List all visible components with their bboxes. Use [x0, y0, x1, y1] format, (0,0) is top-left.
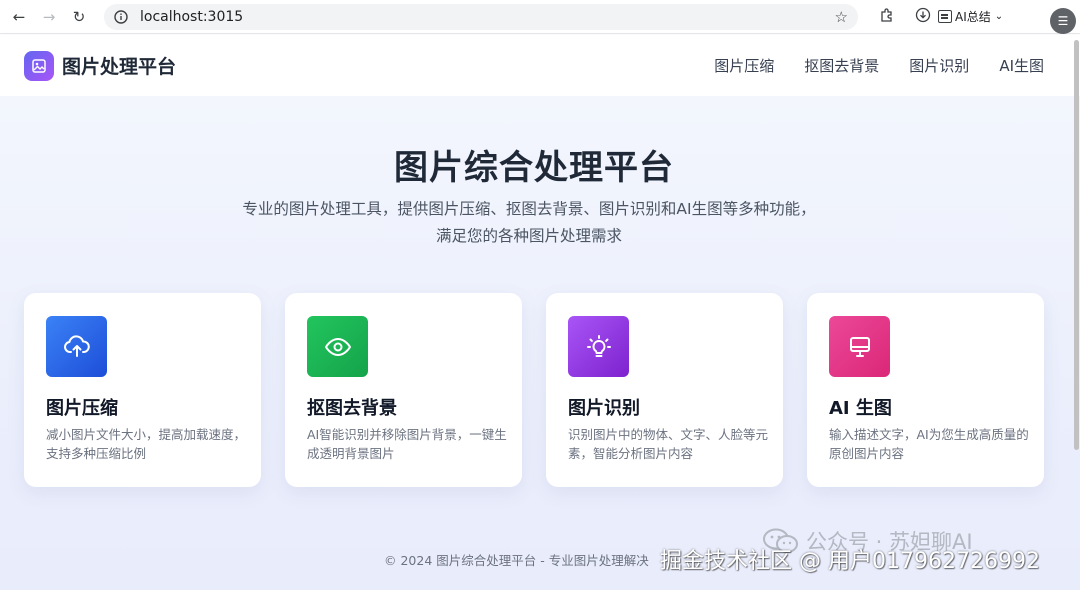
card-description: AI智能识别并移除图片背景，一键生成透明背景图片: [307, 427, 507, 461]
back-arrow-icon[interactable]: ←: [8, 6, 30, 28]
card-description: 识别图片中的物体、文字、人脸等元素，智能分析图片内容: [568, 427, 769, 461]
footer-copyright: © 2024 图片综合处理平台 - 专业图片处理解决: [384, 553, 649, 568]
bookmark-star-icon[interactable]: ☆: [835, 8, 848, 26]
nav-ai-generate[interactable]: AI生图: [999, 55, 1044, 76]
brand-title[interactable]: 图片处理平台: [62, 52, 176, 79]
site-info-icon[interactable]: [114, 9, 128, 24]
reload-icon[interactable]: ↻: [68, 6, 90, 28]
hero-subtitle: 专业的图片处理工具，提供图片压缩、抠图去背景、图片识别和AI生图等多种功能， 满…: [0, 196, 1058, 250]
nav-recognition[interactable]: 图片识别: [909, 55, 969, 76]
translate-icon[interactable]: ☰: [1050, 8, 1076, 34]
ai-summary-label: AI总结: [955, 10, 991, 24]
lightbulb-icon: [568, 316, 629, 377]
main-content: 图片综合处理平台 专业的图片处理工具，提供图片压缩、抠图去背景、图片识别和AI生…: [0, 96, 1080, 590]
forward-arrow-icon[interactable]: →: [38, 6, 60, 28]
eye-icon: [307, 316, 368, 377]
card-title: 图片识别: [568, 398, 640, 419]
chevron-down-icon: ⌄: [994, 11, 1004, 22]
monitor-icon: [829, 316, 890, 377]
card-title: 图片压缩: [46, 398, 118, 419]
card-ai-generate[interactable]: AI 生图 输入描述文字，AI为您生成高质量的原创图片内容: [807, 293, 1044, 487]
extensions-icon[interactable]: [876, 7, 898, 27]
ai-summary-button[interactable]: AI总结 ⌄: [938, 8, 1003, 25]
card-compress[interactable]: 图片压缩 减小图片文件大小，提高加载速度，支持多种压缩比例: [24, 293, 261, 487]
hero-title: 图片综合处理平台: [394, 148, 674, 188]
address-bar[interactable]: localhost:3015 ☆: [104, 3, 858, 30]
scrollbar-thumb[interactable]: [1074, 40, 1079, 450]
card-recognition[interactable]: 图片识别 识别图片中的物体、文字、人脸等元素，智能分析图片内容: [546, 293, 783, 487]
hero-subtitle-line-2: 满足您的各种图片处理需求: [435, 227, 622, 245]
hero-subtitle-line-1: 专业的图片处理工具，提供图片压缩、抠图去背景、图片识别和AI生图等多种功能，: [242, 200, 816, 218]
card-title: AI 生图: [829, 398, 892, 419]
card-description: 减小图片文件大小，提高加载速度，支持多种压缩比例: [46, 427, 247, 461]
summary-icon: [938, 10, 952, 23]
main-nav: 图片压缩 抠图去背景 图片识别 AI生图: [684, 55, 1044, 76]
browser-toolbar: ← → ↻ localhost:3015 ☆ AI总结 ⌄ ☰: [0, 0, 1080, 34]
card-title: 抠图去背景: [307, 398, 397, 419]
url-text[interactable]: localhost:3015: [140, 9, 243, 25]
nav-remove-background[interactable]: 抠图去背景: [804, 55, 879, 76]
card-remove-background[interactable]: 抠图去背景 AI智能识别并移除图片背景，一键生成透明背景图片: [285, 293, 522, 487]
cloud-upload-icon: [46, 316, 107, 377]
download-icon[interactable]: [912, 7, 934, 27]
nav-compress[interactable]: 图片压缩: [714, 55, 774, 76]
image-logo-icon[interactable]: [24, 50, 54, 81]
app-header: 图片处理平台 图片压缩 抠图去背景 图片识别 AI生图: [0, 35, 1080, 96]
feature-cards: 图片压缩 减小图片文件大小，提高加载速度，支持多种压缩比例 抠图去背景 AI智能…: [24, 293, 1068, 487]
card-description: 输入描述文字，AI为您生成高质量的原创图片内容: [829, 427, 1029, 461]
community-watermark: 掘金技术社区 @ 用户01796272699​2: [660, 549, 1040, 574]
